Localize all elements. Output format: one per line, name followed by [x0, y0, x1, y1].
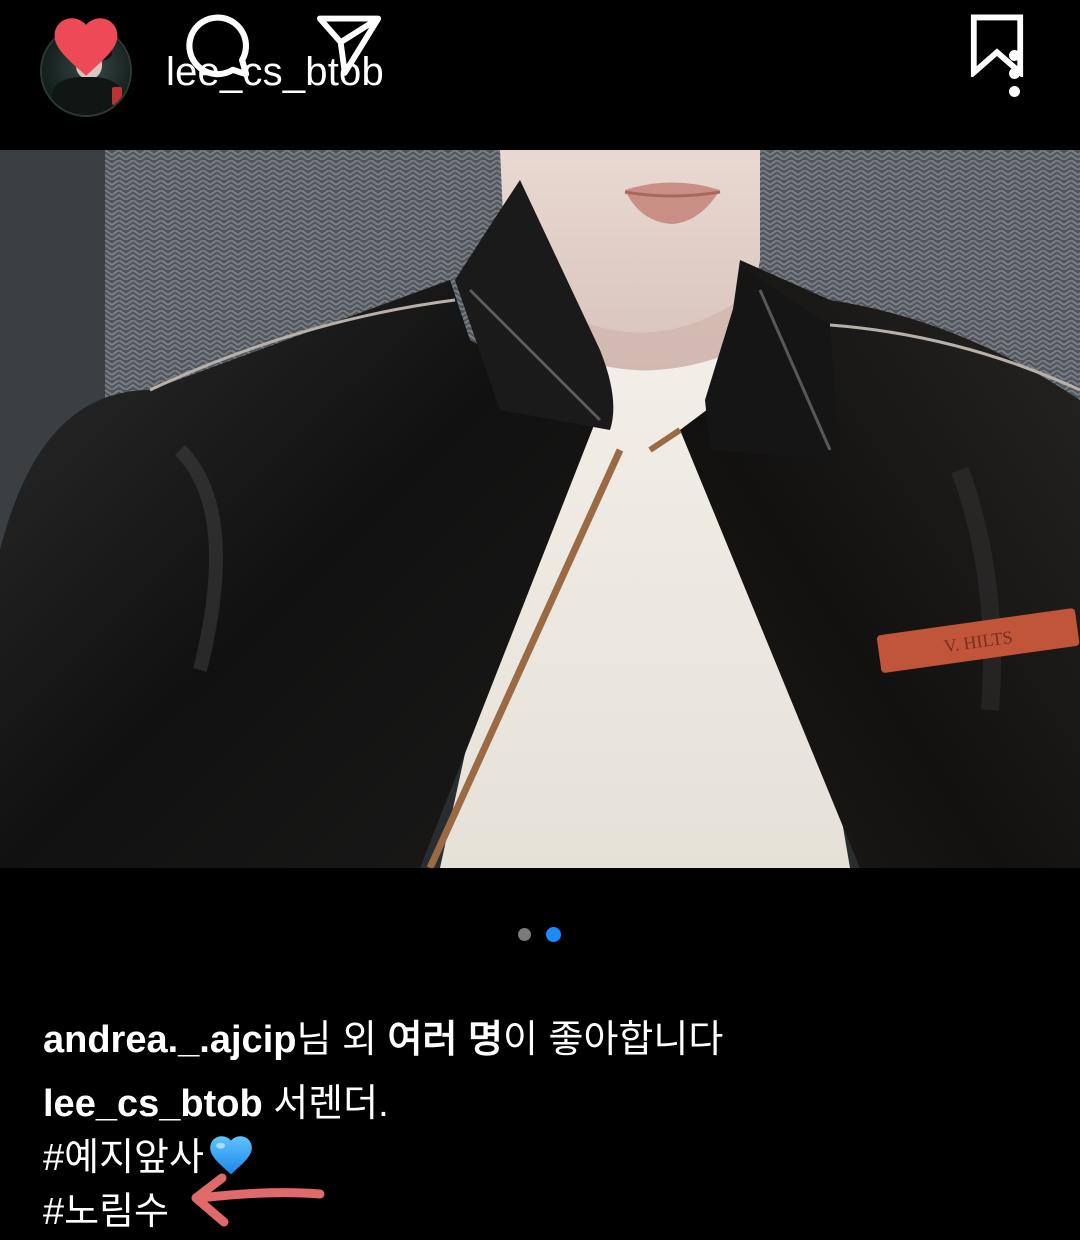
comment-button[interactable]	[180, 0, 254, 90]
caption: lee_cs_btob 서렌더.	[43, 1072, 389, 1127]
save-button[interactable]	[966, 0, 1028, 90]
send-icon	[316, 15, 382, 76]
caption-hashtag-line-2: #노림수	[43, 1180, 169, 1235]
hashtag-link[interactable]: #노림수	[43, 1191, 169, 1233]
liker-username[interactable]: andrea._.ajcip	[43, 1019, 296, 1061]
heart-icon	[54, 18, 118, 76]
share-button[interactable]	[312, 0, 386, 90]
post-header: lee_cs_btob	[0, 0, 1080, 150]
bookmark-icon	[970, 14, 1024, 77]
carousel-dot-active	[546, 927, 561, 942]
likes-text: 님 외	[296, 1019, 388, 1061]
annotation-arrow-icon	[191, 1173, 325, 1227]
likes-others-link[interactable]: 여러 명	[388, 1019, 503, 1061]
like-button[interactable]	[46, 0, 126, 90]
carousel-dot	[518, 928, 531, 941]
post-photo[interactable]: V. HILTS	[0, 150, 1080, 868]
likes-summary: andrea._.ajcip님 외 여러 명이 좋아합니다	[43, 1008, 723, 1063]
hashtag-link[interactable]: #예지앞사	[43, 1137, 204, 1179]
caption-author[interactable]: lee_cs_btob	[43, 1083, 263, 1125]
caption-text: 서렌더.	[262, 1083, 389, 1125]
likes-text-end: 이 좋아합니다	[502, 1019, 724, 1061]
comment-icon	[186, 14, 250, 78]
